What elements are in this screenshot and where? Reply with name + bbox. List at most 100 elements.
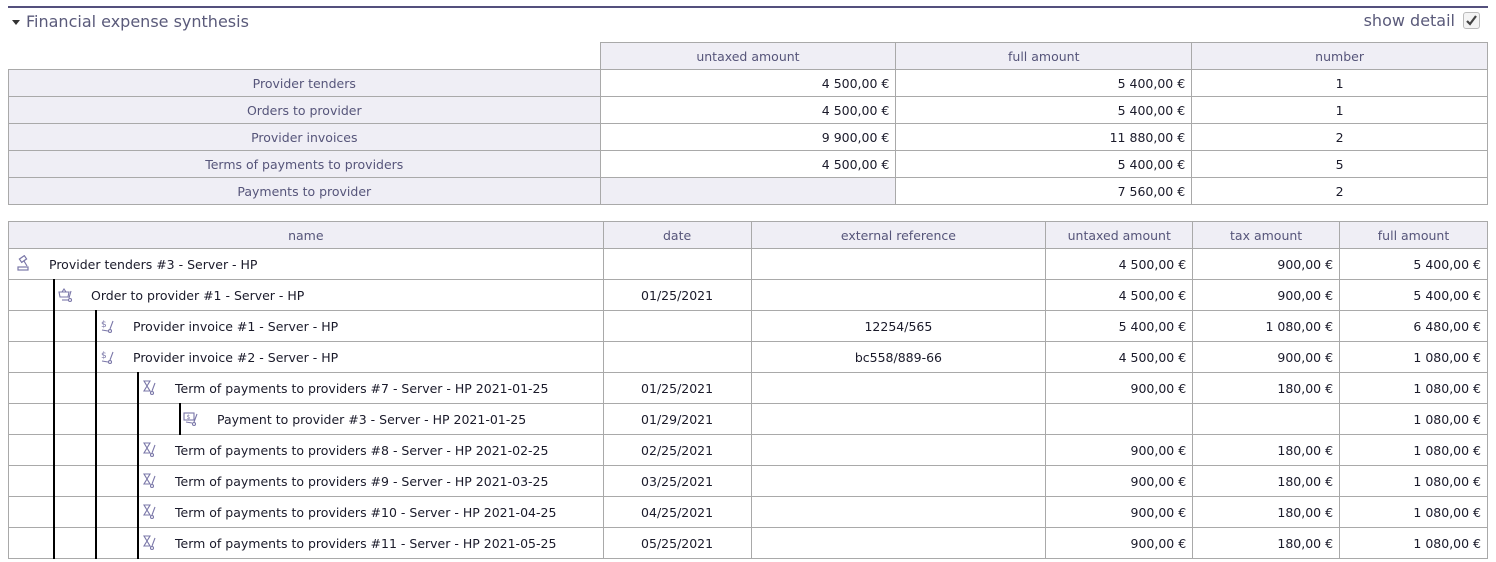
detail-external-reference — [750, 372, 1047, 404]
hourglass-icon — [141, 379, 159, 397]
summary-row: Orders to provider 4 500,00 €5 400,00 €1 — [8, 96, 1488, 124]
detail-untaxed-amount: 900,00 € — [1045, 372, 1194, 404]
detail-full-amount: 1 080,00 € — [1339, 372, 1488, 404]
summary-row-label: Orders to provider — [8, 96, 601, 124]
detail-row[interactable]: Term of payments to providers #11 - Serv… — [8, 527, 1488, 559]
summary-col-full: full amount — [895, 42, 1193, 70]
detail-col-full: full amount — [1339, 221, 1488, 249]
detail-col-tax: tax amount — [1192, 221, 1341, 249]
show-detail-checkbox[interactable] — [1463, 12, 1480, 29]
summary-full-amount: 5 400,00 € — [895, 96, 1193, 124]
detail-tax-amount: 900,00 € — [1192, 279, 1341, 311]
detail-date — [602, 341, 752, 373]
hourglass-icon — [141, 472, 159, 490]
tree-node: Term of payments to providers #9 - Serve… — [9, 465, 603, 497]
summary-row-label: Provider invoices — [8, 123, 601, 151]
detail-date: 05/25/2021 — [602, 527, 752, 559]
detail-full-amount: 1 080,00 € — [1339, 403, 1488, 435]
detail-external-reference — [750, 434, 1047, 466]
detail-tax-amount: 1 080,00 € — [1192, 310, 1341, 342]
tree-connector-line — [95, 434, 97, 466]
detail-row[interactable]: $ Provider invoice #1 - Server - HP 12254/… — [8, 310, 1488, 342]
detail-item-name[interactable]: Term of payments to providers #8 - Serve… — [175, 443, 548, 458]
detail-row[interactable]: $ Payment to provider #3 - Server - HP 20… — [8, 403, 1488, 435]
tree-node: Provider tenders #3 - Server - HP — [9, 249, 603, 279]
detail-item-name[interactable]: Term of payments to providers #9 - Serve… — [175, 474, 548, 489]
tree-connector-line — [95, 403, 97, 435]
detail-full-amount: 1 080,00 € — [1339, 465, 1488, 497]
summary-full-amount: 5 400,00 € — [895, 150, 1193, 178]
detail-external-reference — [750, 248, 1047, 280]
tree-connector-line — [53, 434, 55, 466]
show-detail-control[interactable]: show detail — [1364, 11, 1480, 30]
detail-untaxed-amount: 900,00 € — [1045, 527, 1194, 559]
detail-name-cell: Term of payments to providers #9 - Serve… — [8, 465, 604, 497]
summary-col-untaxed: untaxed amount — [599, 42, 897, 70]
tree-connector-line — [95, 372, 97, 404]
detail-row[interactable]: Order to provider #1 - Server - HP 01/25/… — [8, 279, 1488, 311]
detail-item-name[interactable]: Term of payments to providers #11 - Serv… — [175, 536, 556, 551]
tree-connector-line — [53, 527, 55, 559]
section-toggle[interactable]: Financial expense synthesis — [12, 12, 249, 31]
detail-date — [602, 310, 752, 342]
tree-node: $ Payment to provider #3 - Server - HP 20… — [9, 403, 603, 435]
detail-item-name[interactable]: Order to provider #1 - Server - HP — [91, 288, 304, 303]
detail-item-name[interactable]: Provider tenders #3 - Server - HP — [49, 257, 257, 272]
tree-connector-line — [137, 434, 139, 466]
detail-date: 01/25/2021 — [602, 279, 752, 311]
summary-full-amount: 5 400,00 € — [895, 69, 1193, 97]
detail-item-name[interactable]: Payment to provider #3 - Server - HP 202… — [217, 412, 526, 427]
detail-row[interactable]: $ Provider invoice #2 - Server - HP bc558/… — [8, 341, 1488, 373]
tree-node: Term of payments to providers #10 - Serv… — [9, 496, 603, 528]
detail-external-reference — [750, 527, 1047, 559]
detail-item-name[interactable]: Provider invoice #1 - Server - HP — [133, 319, 338, 334]
detail-name-cell: Provider tenders #3 - Server - HP — [8, 248, 604, 280]
detail-untaxed-amount: 4 500,00 € — [1045, 341, 1194, 373]
detail-external-reference: bc558/889-66 — [750, 341, 1047, 373]
detail-full-amount: 1 080,00 € — [1339, 341, 1488, 373]
detail-full-amount: 1 080,00 € — [1339, 434, 1488, 466]
invoice-dollar-icon: $ — [99, 348, 117, 366]
summary-untaxed-amount: 4 500,00 € — [599, 150, 897, 178]
summary-count: 1 — [1191, 69, 1488, 97]
detail-untaxed-amount: 4 500,00 € — [1045, 279, 1194, 311]
detail-external-reference — [750, 279, 1047, 311]
summary-row: Payments to provider 7 560,00 €2 — [8, 177, 1488, 205]
detail-date: 01/25/2021 — [602, 372, 752, 404]
summary-col-number: number — [1191, 42, 1488, 70]
tree-node: Term of payments to providers #11 - Serv… — [9, 527, 603, 559]
detail-row[interactable]: Term of payments to providers #8 - Serve… — [8, 434, 1488, 466]
svg-text:$: $ — [187, 414, 191, 421]
detail-col-untaxed: untaxed amount — [1045, 221, 1194, 249]
detail-name-cell: Term of payments to providers #7 - Serve… — [8, 372, 604, 404]
detail-date: 03/25/2021 — [602, 465, 752, 497]
summary-row-label: Provider tenders — [8, 69, 601, 97]
summary-row-label: Payments to provider — [8, 177, 601, 205]
detail-tax-amount: 180,00 € — [1192, 465, 1341, 497]
detail-header-row: name date external reference untaxed amo… — [8, 221, 1488, 249]
detail-name-cell: Term of payments to providers #8 - Serve… — [8, 434, 604, 466]
detail-external-reference — [750, 496, 1047, 528]
detail-external-reference — [750, 403, 1047, 435]
summary-untaxed-amount — [599, 177, 897, 205]
detail-full-amount: 6 480,00 € — [1339, 310, 1488, 342]
detail-item-name[interactable]: Provider invoice #2 - Server - HP — [133, 350, 338, 365]
detail-col-date: date — [602, 221, 752, 249]
payment-icon: $ — [183, 410, 201, 428]
detail-date — [602, 248, 752, 280]
detail-row[interactable]: Term of payments to providers #9 - Serve… — [8, 465, 1488, 497]
detail-row[interactable]: Provider tenders #3 - Server - HP 4 500,0… — [8, 248, 1488, 280]
detail-name-cell: $ Payment to provider #3 - Server - HP 20… — [8, 403, 604, 435]
detail-item-name[interactable]: Term of payments to providers #7 - Serve… — [175, 381, 548, 396]
hourglass-icon — [141, 441, 159, 459]
show-detail-label: show detail — [1363, 11, 1455, 30]
detail-item-name[interactable]: Term of payments to providers #10 - Serv… — [175, 505, 556, 520]
detail-name-cell: $ Provider invoice #2 - Server - HP — [8, 341, 604, 373]
tree-connector-line — [95, 465, 97, 497]
detail-row[interactable]: Term of payments to providers #10 - Serv… — [8, 496, 1488, 528]
detail-untaxed-amount — [1045, 403, 1194, 435]
detail-untaxed-amount: 900,00 € — [1045, 434, 1194, 466]
detail-row[interactable]: Term of payments to providers #7 - Serve… — [8, 372, 1488, 404]
summary-row: Terms of payments to providers 4 500,00 €… — [8, 150, 1488, 178]
detail-full-amount: 1 080,00 € — [1339, 496, 1488, 528]
